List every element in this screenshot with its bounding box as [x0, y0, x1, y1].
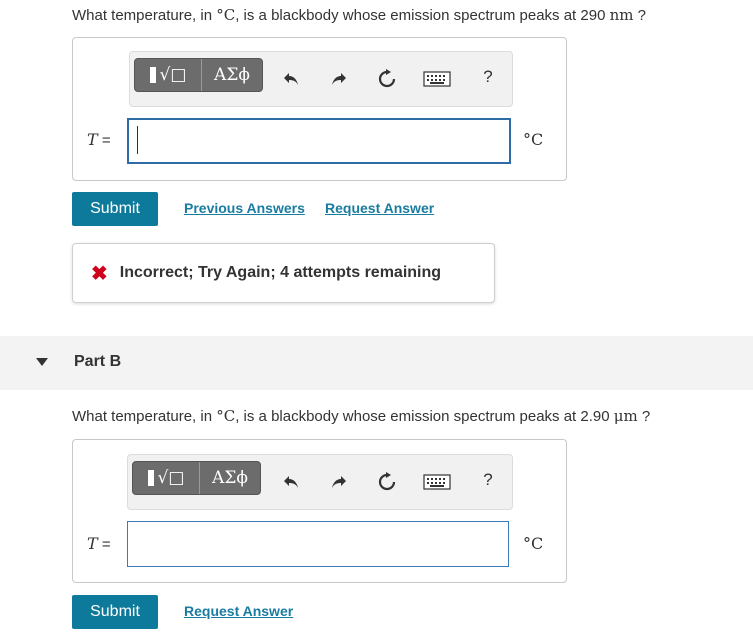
reset-icon[interactable]: [376, 68, 398, 90]
variable-label: T =: [87, 534, 111, 553]
redo-icon[interactable]: [328, 68, 350, 90]
submit-button[interactable]: Submit: [72, 192, 158, 226]
reset-icon[interactable]: [376, 471, 398, 493]
help-button[interactable]: ?: [477, 66, 499, 88]
answer-unit: °C: [523, 130, 544, 149]
text-caret: [137, 126, 138, 154]
greek-symbols-button[interactable]: ΑΣϕ: [199, 462, 260, 494]
part-a-question: What temperature, in °C, is a blackbody …: [72, 6, 646, 24]
feedback-text: Incorrect; Try Again; 4 attempts remaini…: [119, 264, 442, 281]
part-b-header[interactable]: Part B: [0, 336, 753, 390]
templates-button[interactable]: √□: [135, 59, 201, 91]
question-unit: °C: [216, 407, 236, 425]
greek-symbols-button[interactable]: ΑΣϕ: [201, 59, 262, 91]
template-buttons: √□ ΑΣϕ: [134, 58, 263, 92]
feedback-message: ✖ Incorrect; Try Again; 4 attempts remai…: [72, 243, 495, 303]
keyboard-icon[interactable]: [422, 471, 452, 493]
question-unit: °C: [216, 6, 236, 24]
part-title: Part B: [74, 353, 122, 370]
box-icon: [149, 67, 156, 83]
part-b-answer-box: √□ ΑΣϕ ? T = °C: [72, 439, 567, 583]
answer-input[interactable]: [127, 118, 511, 164]
error-icon: ✖: [91, 262, 108, 285]
submit-button[interactable]: Submit: [72, 595, 158, 629]
help-button[interactable]: ?: [477, 469, 499, 491]
variable-label: T =: [87, 130, 111, 149]
undo-icon[interactable]: [280, 471, 302, 493]
collapse-triangle-icon[interactable]: [36, 358, 48, 366]
keyboard-icon[interactable]: [422, 68, 452, 90]
request-answer-link[interactable]: Request Answer: [325, 200, 434, 216]
math-toolbar: √□ ΑΣϕ ?: [129, 51, 513, 107]
question-value-unit: μm: [613, 407, 638, 425]
previous-answers-link[interactable]: Previous Answers: [184, 200, 305, 216]
answer-unit: °C: [523, 534, 544, 553]
templates-button[interactable]: √□: [133, 462, 199, 494]
template-buttons: √□ ΑΣϕ: [132, 461, 261, 495]
part-b-question: What temperature, in °C, is a blackbody …: [72, 407, 651, 425]
part-a-answer-box: √□ ΑΣϕ ? T = °C: [72, 37, 567, 181]
undo-icon[interactable]: [280, 68, 302, 90]
request-answer-link[interactable]: Request Answer: [184, 603, 293, 619]
answer-input[interactable]: [127, 521, 509, 567]
question-value-unit: nm: [609, 6, 634, 24]
redo-icon[interactable]: [328, 471, 350, 493]
box-icon: [147, 470, 154, 486]
math-toolbar: √□ ΑΣϕ ?: [127, 454, 513, 510]
